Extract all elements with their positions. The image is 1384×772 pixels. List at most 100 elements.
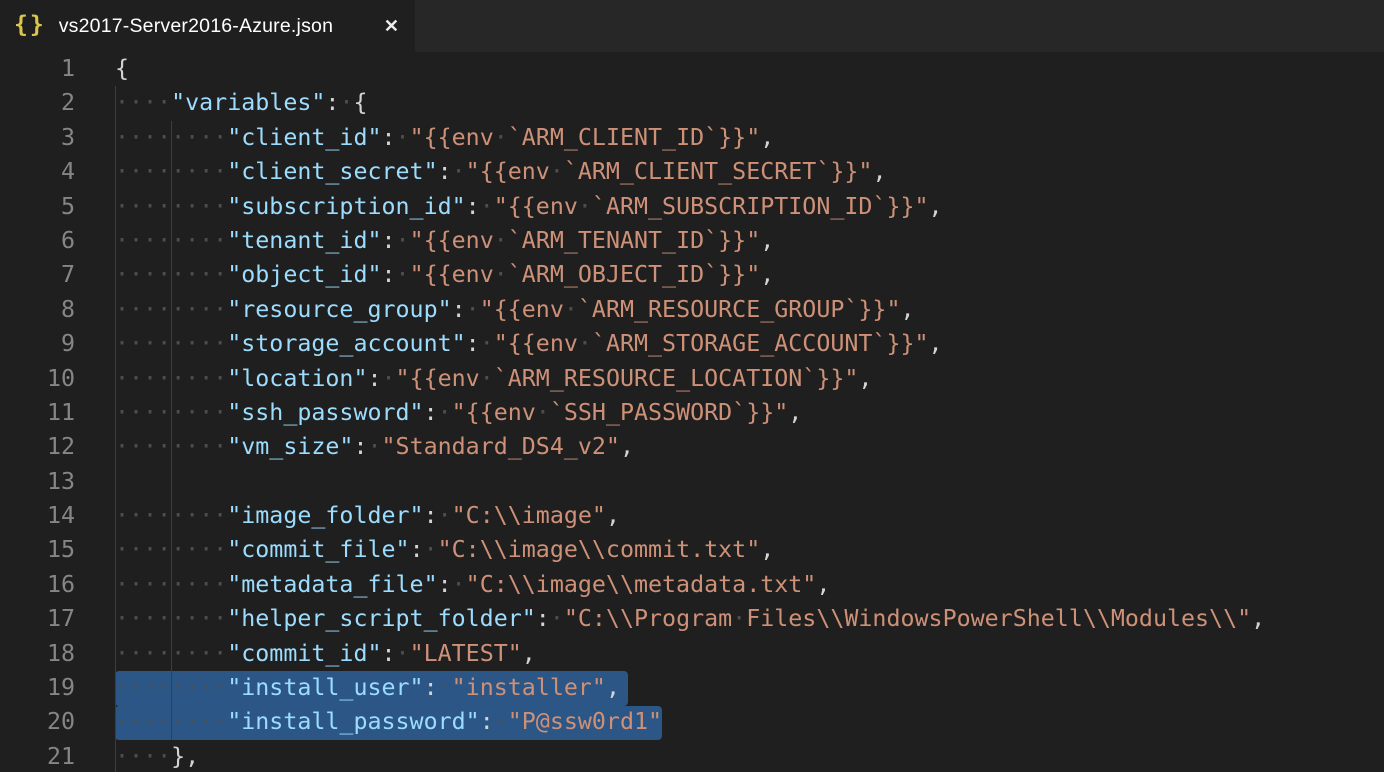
json-key: "install_password" — [227, 708, 479, 735]
json-punctuation: , — [872, 158, 886, 185]
line-number[interactable]: 20 — [0, 705, 115, 739]
line-number[interactable]: 3 — [0, 121, 115, 155]
code-lines: 1{2····"variables":·{3········"client_id… — [0, 52, 1384, 772]
whitespace-dots: ········ — [115, 571, 227, 598]
line-number[interactable]: 10 — [0, 362, 115, 396]
json-punctuation: : — [536, 605, 550, 632]
line-number[interactable]: 17 — [0, 602, 115, 636]
whitespace-dots: · — [494, 261, 508, 288]
code-line[interactable]: 16········"metadata_file":·"C:\\image\\m… — [0, 568, 1384, 602]
whitespace-dots: ········ — [115, 674, 227, 701]
code-line[interactable]: 1{ — [0, 52, 1384, 86]
code-line[interactable]: 20········"install_password":·"P@ssw0rd1… — [0, 705, 1384, 739]
json-punctuation: : — [325, 89, 339, 116]
code-text: ········"location":·"{{env·`ARM_RESOURCE… — [115, 362, 872, 396]
json-punctuation: : — [424, 502, 438, 529]
line-number[interactable]: 14 — [0, 499, 115, 533]
code-line[interactable]: 5········"subscription_id":·"{{env·`ARM_… — [0, 190, 1384, 224]
code-line[interactable]: 14········"image_folder":·"C:\\image", — [0, 499, 1384, 533]
code-line[interactable]: 18········"commit_id":·"LATEST", — [0, 637, 1384, 671]
code-text: ········"client_id":·"{{env·`ARM_CLIENT_… — [115, 121, 774, 155]
json-punctuation: : — [438, 571, 452, 598]
json-key: "install_user" — [227, 674, 423, 701]
line-number[interactable]: 11 — [0, 396, 115, 430]
line-number[interactable]: 15 — [0, 533, 115, 567]
json-string: `ARM_CLIENT_SECRET`}}" — [564, 158, 873, 185]
line-number[interactable]: 12 — [0, 430, 115, 464]
whitespace-dots: ········ — [115, 330, 227, 357]
json-string: "{{env — [452, 399, 536, 426]
json-string: `ARM_STORAGE_ACCOUNT`}}" — [592, 330, 929, 357]
json-punctuation: : — [382, 261, 396, 288]
json-punctuation: , — [620, 433, 634, 460]
code-line[interactable]: 12········"vm_size":·"Standard_DS4_v2", — [0, 430, 1384, 464]
code-line[interactable]: 9········"storage_account":·"{{env·`ARM_… — [0, 327, 1384, 361]
whitespace-dots: · — [438, 502, 452, 529]
json-key: "subscription_id" — [227, 193, 465, 220]
code-line[interactable]: 15········"commit_file":·"C:\\image\\com… — [0, 533, 1384, 567]
line-number[interactable]: 5 — [0, 190, 115, 224]
json-string: `ARM_CLIENT_ID`}}" — [508, 124, 760, 151]
json-key: "resource_group" — [227, 296, 451, 323]
json-punctuation: : — [452, 296, 466, 323]
code-line[interactable]: 10········"location":·"{{env·`ARM_RESOUR… — [0, 362, 1384, 396]
code-line[interactable]: 3········"client_id":·"{{env·`ARM_CLIENT… — [0, 121, 1384, 155]
line-number[interactable]: 19 — [0, 671, 115, 705]
whitespace-dots: · — [466, 296, 480, 323]
json-key: "client_secret" — [227, 158, 437, 185]
json-punctuation: , — [1251, 605, 1265, 632]
line-number[interactable]: 6 — [0, 224, 115, 258]
whitespace-dots: · — [339, 89, 353, 116]
code-line[interactable]: 17········"helper_script_folder":·"C:\\P… — [0, 602, 1384, 636]
line-number[interactable]: 4 — [0, 155, 115, 189]
whitespace-dots: · — [452, 158, 466, 185]
code-line[interactable]: 21····}, — [0, 740, 1384, 772]
code-line[interactable]: 11········"ssh_password":·"{{env·`SSH_PA… — [0, 396, 1384, 430]
code-text: ········"metadata_file":·"C:\\image\\met… — [115, 568, 830, 602]
json-string: "C:\\Program — [564, 605, 732, 632]
whitespace-dots: ···· — [115, 89, 171, 116]
whitespace-dots: · — [438, 674, 452, 701]
json-punctuation: { — [353, 89, 367, 116]
json-string: "{{env — [466, 158, 550, 185]
line-number[interactable]: 13 — [0, 465, 115, 499]
whitespace-dots: ········ — [115, 399, 227, 426]
line-number[interactable]: 8 — [0, 293, 115, 327]
code-text: ········"commit_id":·"LATEST", — [115, 637, 536, 671]
line-number[interactable]: 9 — [0, 327, 115, 361]
json-punctuation: , — [760, 261, 774, 288]
line-number[interactable]: 18 — [0, 637, 115, 671]
json-string: `ARM_OBJECT_ID`}}" — [508, 261, 760, 288]
code-line[interactable]: 7········"object_id":·"{{env·`ARM_OBJECT… — [0, 258, 1384, 292]
code-line[interactable]: 13 — [0, 465, 1384, 499]
line-number[interactable]: 2 — [0, 86, 115, 120]
json-string: "LATEST" — [410, 640, 522, 667]
code-text: ········"subscription_id":·"{{env·`ARM_S… — [115, 190, 943, 224]
whitespace-dots: ········ — [115, 193, 227, 220]
json-key: "location" — [227, 365, 367, 392]
line-number[interactable]: 16 — [0, 568, 115, 602]
json-punctuation: : — [382, 640, 396, 667]
line-number[interactable]: 21 — [0, 740, 115, 772]
json-punctuation: : — [438, 158, 452, 185]
json-string: "{{env — [480, 296, 564, 323]
line-number[interactable]: 7 — [0, 258, 115, 292]
json-string: "installer" — [452, 674, 606, 701]
code-line[interactable]: 2····"variables":·{ — [0, 86, 1384, 120]
tab-active-file[interactable]: {} vs2017-Server2016-Azure.json ✕ — [0, 0, 415, 52]
whitespace-dots: · — [578, 193, 592, 220]
whitespace-dots: · — [396, 124, 410, 151]
code-editor[interactable]: 1{2····"variables":·{3········"client_id… — [0, 52, 1384, 772]
whitespace-dots: · — [424, 536, 438, 563]
whitespace-dots: · — [732, 605, 746, 632]
code-line[interactable]: 19········"install_user":·"installer", — [0, 671, 1384, 705]
json-punctuation: , — [929, 193, 943, 220]
code-line[interactable]: 4········"client_secret":·"{{env·`ARM_CL… — [0, 155, 1384, 189]
whitespace-dots: · — [550, 605, 564, 632]
code-line[interactable]: 6········"tenant_id":·"{{env·`ARM_TENANT… — [0, 224, 1384, 258]
code-line[interactable]: 8········"resource_group":·"{{env·`ARM_R… — [0, 293, 1384, 327]
line-number[interactable]: 1 — [0, 52, 115, 86]
json-key: "variables" — [171, 89, 325, 116]
close-tab-icon[interactable]: ✕ — [384, 17, 399, 35]
json-punctuation: : — [382, 227, 396, 254]
